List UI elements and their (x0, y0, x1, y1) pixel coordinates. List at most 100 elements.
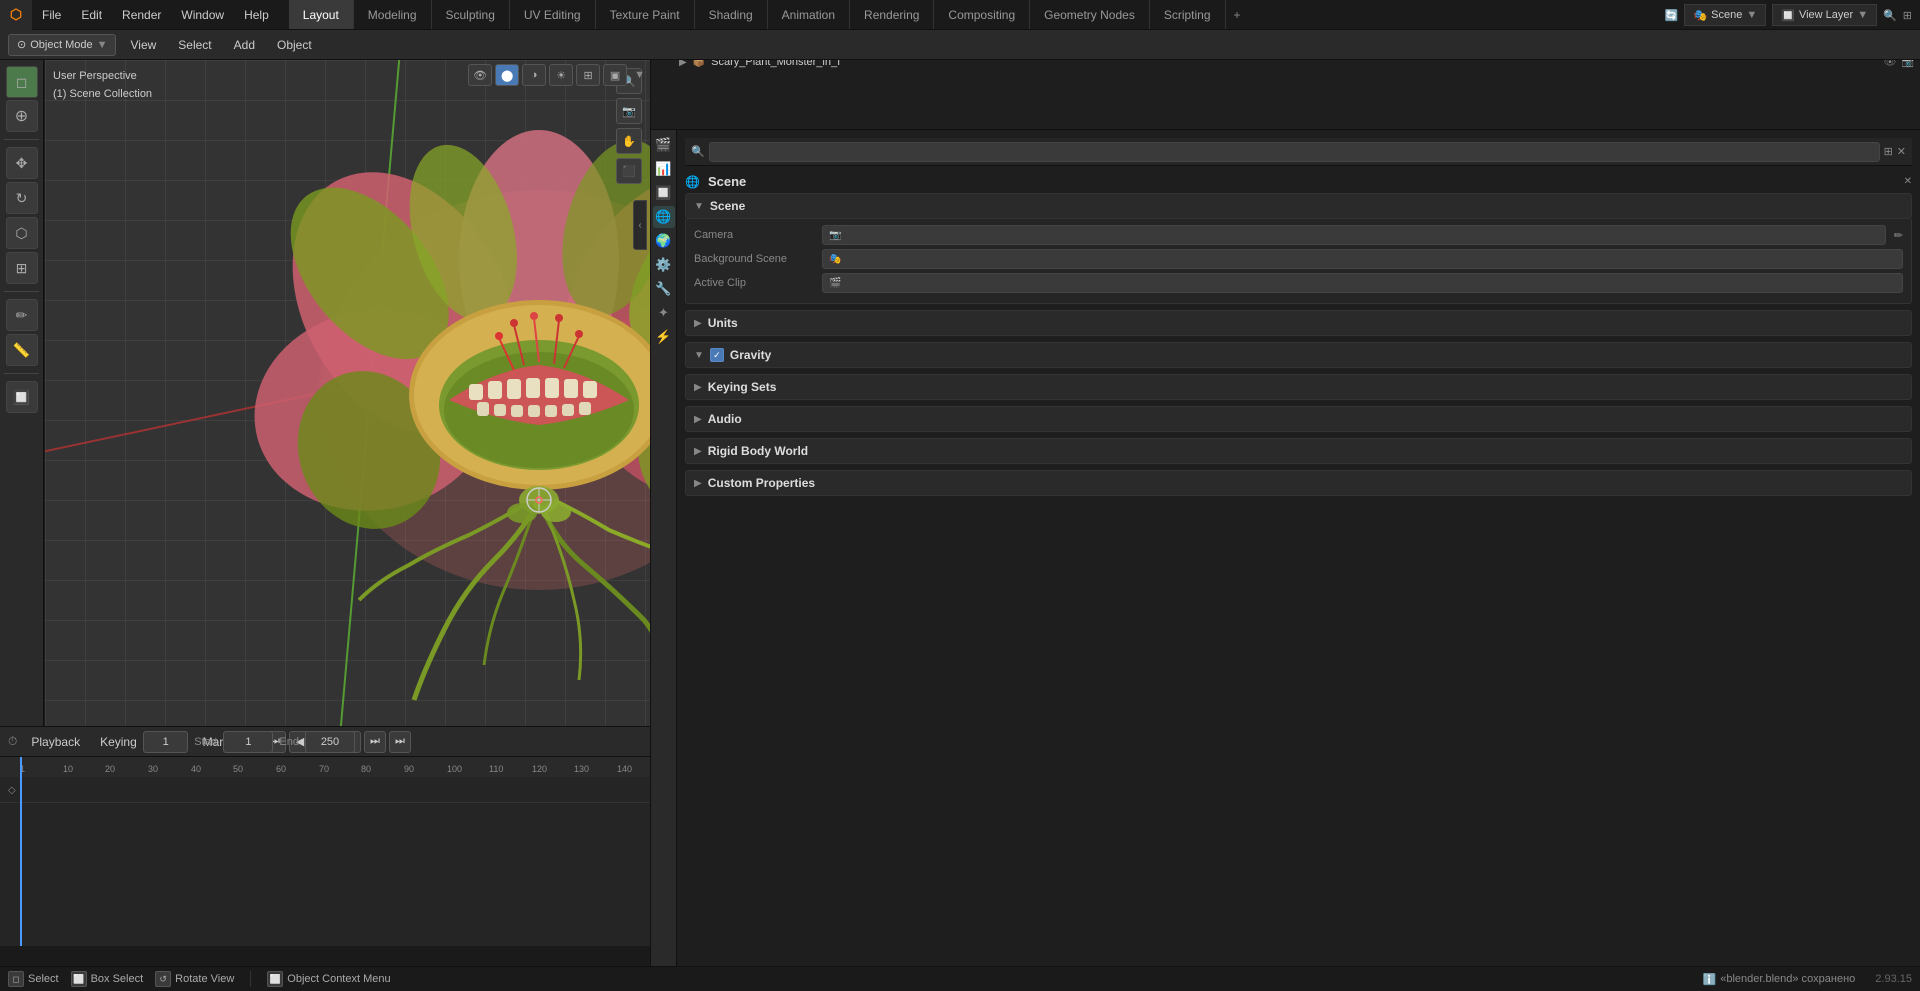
scene-name: Scene (1711, 9, 1742, 21)
rendered-btn[interactable]: ☀ (549, 64, 573, 86)
props-tab-particles[interactable]: ✦ (653, 302, 675, 324)
cursor-tool-btn[interactable]: ⊕ (6, 100, 38, 132)
tab-texture-paint[interactable]: Texture Paint (596, 0, 695, 29)
tab-geometry-nodes[interactable]: Geometry Nodes (1030, 0, 1150, 29)
menu-render[interactable]: Render (112, 0, 171, 29)
material-preview-btn[interactable]: ◑ (522, 64, 546, 86)
mode-selector[interactable]: ⊙ Object Mode ▼ (8, 34, 116, 56)
tab-sculpting[interactable]: Sculpting (432, 0, 510, 29)
menu-help[interactable]: Help (234, 0, 279, 29)
section-arrow-scene: ▼ (694, 201, 704, 212)
props-section-header-rigid-body[interactable]: ▶ Rigid Body World (685, 438, 1912, 464)
props-tab-object[interactable]: ⚙️ (653, 254, 675, 276)
render-preview-btn[interactable]: 👁 (468, 64, 492, 86)
solid-view-btn[interactable]: ⬤ (495, 64, 519, 86)
timeline-icon-area: ⏱ (8, 734, 17, 749)
props-section-rigid-body: ▶ Rigid Body World (685, 438, 1912, 464)
props-filter-btn[interactable]: ⊞ (1884, 145, 1893, 158)
tab-animation[interactable]: Animation (768, 0, 850, 29)
props-value-camera[interactable]: 📷 (822, 225, 1886, 245)
props-section-header-gravity[interactable]: ▼ ✓ Gravity (685, 342, 1912, 368)
status-rotate-view[interactable]: ↺ Rotate View (155, 971, 234, 987)
go-to-end-btn[interactable]: ⏭ (389, 731, 411, 753)
status-select-label: Select (28, 973, 59, 985)
props-section-scene: ▼ Scene Camera 📷 ✏ Background Scene 🎭 (685, 193, 1912, 304)
menu-window[interactable]: Window (171, 0, 234, 29)
fullscreen-btn[interactable]: ⬛ (616, 158, 642, 184)
tab-add[interactable]: + (1226, 0, 1249, 29)
timeline-keying[interactable]: Keying (94, 731, 143, 753)
status-box-select-icon: ⬜ (71, 971, 87, 987)
rotate-tool-btn[interactable]: ↻ (6, 182, 38, 214)
props-section-header-custom-props[interactable]: ▶ Custom Properties (685, 470, 1912, 496)
props-tab-modifier[interactable]: 🔧 (653, 278, 675, 300)
header-add[interactable]: Add (226, 34, 263, 56)
timeline-area[interactable]: 1 10 20 30 40 50 60 70 80 90 100 110 120… (0, 756, 650, 946)
bg-scene-icon: 🎭 (829, 254, 841, 265)
header-select[interactable]: Select (170, 34, 219, 56)
timeline-playback[interactable]: Playback (25, 731, 86, 753)
xray-btn[interactable]: ▣ (603, 64, 627, 86)
measure-tool-btn[interactable]: 📏 (6, 334, 38, 366)
camera-view-btn[interactable]: 📷 (616, 98, 642, 124)
tick-90: 90 (404, 764, 414, 774)
props-value-active-clip[interactable]: 🎬 (822, 273, 1903, 293)
tab-modeling[interactable]: Modeling (354, 0, 432, 29)
props-tab-output[interactable]: 📊 (653, 158, 675, 180)
start-frame-input[interactable]: 1 (223, 731, 273, 753)
top-menu-bar: ⬡ File Edit Render Window Help Layout Mo… (0, 0, 1920, 30)
section-arrow-custom-props: ▶ (694, 478, 702, 489)
props-close-btn[interactable]: ✕ (1897, 145, 1906, 158)
menu-edit[interactable]: Edit (71, 0, 112, 29)
status-box-select[interactable]: ⬜ Box Select (71, 971, 144, 987)
props-tab-viewlayer[interactable]: 🔲 (653, 182, 675, 204)
props-tab-render[interactable]: 🎬 (653, 134, 675, 156)
tab-rendering[interactable]: Rendering (850, 0, 934, 29)
props-row-camera: Camera 📷 ✏ (694, 225, 1903, 245)
view-layer-icon: 🔲 (1781, 9, 1795, 22)
menu-file[interactable]: File (32, 0, 71, 29)
props-section-header-audio[interactable]: ▶ Audio (685, 406, 1912, 432)
tick-140: 140 (617, 764, 632, 774)
props-options-btn[interactable]: ✕ (1904, 176, 1912, 187)
props-value-bg-scene[interactable]: 🎭 (822, 249, 1903, 269)
scene-dropdown-icon: ▼ (1746, 9, 1757, 21)
props-section-header-scene[interactable]: ▼ Scene (685, 193, 1912, 219)
props-tab-scene[interactable]: 🌐 (653, 206, 675, 228)
end-frame-input[interactable]: 250 (305, 731, 355, 753)
props-search-icon: 🔍 (691, 145, 705, 158)
props-section-custom-props: ▶ Custom Properties (685, 470, 1912, 496)
view-layer-selector[interactable]: 🔲 View Layer ▼ (1772, 4, 1877, 26)
gravity-checkbox[interactable]: ✓ (710, 348, 724, 362)
overlays-btn[interactable]: ⊞ (576, 64, 600, 86)
props-section-header-units[interactable]: ▶ Units (685, 310, 1912, 336)
hand-tool-btn[interactable]: ✋ (616, 128, 642, 154)
tab-shading[interactable]: Shading (695, 0, 768, 29)
scene-selector[interactable]: 🎭 Scene ▼ (1684, 4, 1766, 26)
jump-forward-btn[interactable]: ⏭ (364, 731, 386, 753)
tab-layout[interactable]: Layout (289, 0, 354, 29)
status-select[interactable]: ◻ Select (8, 971, 59, 987)
header-view[interactable]: View (122, 34, 164, 56)
props-tab-physics[interactable]: ⚡ (653, 326, 675, 348)
status-rotate-icon: ↺ (155, 971, 171, 987)
scale-tool-btn[interactable]: ⬡ (6, 217, 38, 249)
move-tool-btn[interactable]: ✥ (6, 147, 38, 179)
header-object[interactable]: Object (269, 34, 320, 56)
camera-edit-btn[interactable]: ✏ (1894, 229, 1903, 242)
props-search-input[interactable] (709, 142, 1880, 162)
viewport[interactable]: User Perspective (1) Scene Collection (45, 60, 650, 731)
add-cube-btn[interactable]: 🔲 (6, 381, 38, 413)
tab-compositing[interactable]: Compositing (934, 0, 1030, 29)
props-tab-world[interactable]: 🌍 (653, 230, 675, 252)
frame-counter-area: 1 Start 1 End 250 (143, 731, 355, 753)
tab-uv-editing[interactable]: UV Editing (510, 0, 596, 29)
select-tool-btn[interactable]: ◻ (6, 66, 38, 98)
transform-tool-btn[interactable]: ⊞ (6, 252, 38, 284)
props-section-header-keying[interactable]: ▶ Keying Sets (685, 374, 1912, 400)
annotate-tool-btn[interactable]: ✏ (6, 299, 38, 331)
sidebar-toggle[interactable]: ‹ (633, 200, 647, 250)
status-context-menu[interactable]: ⬜ Object Context Menu (267, 971, 390, 987)
tab-scripting[interactable]: Scripting (1150, 0, 1226, 29)
current-frame-display[interactable]: 1 (143, 731, 188, 753)
